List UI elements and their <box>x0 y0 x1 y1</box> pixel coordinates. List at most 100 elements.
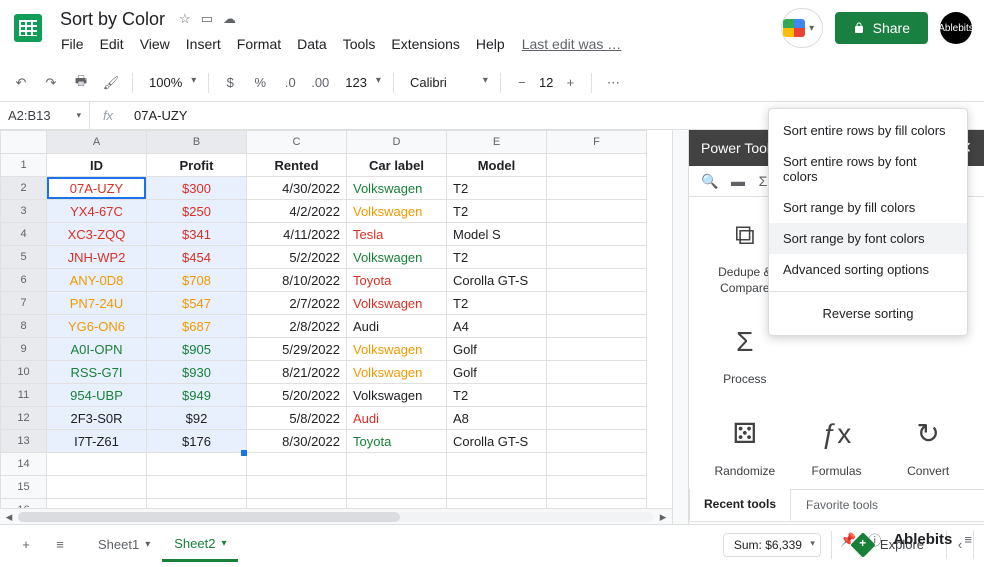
cell[interactable] <box>547 453 647 476</box>
format-currency-button[interactable]: $ <box>217 70 243 96</box>
vertical-scrollbar[interactable] <box>672 130 688 524</box>
toolbar-more-button[interactable]: ⋯ <box>600 70 626 96</box>
cell[interactable] <box>547 315 647 338</box>
cell[interactable] <box>547 476 647 499</box>
cell[interactable]: $176 <box>147 430 247 453</box>
column-header-E[interactable]: E <box>447 131 547 154</box>
cell[interactable]: 2F3-S0R <box>47 407 147 430</box>
cell[interactable] <box>547 269 647 292</box>
decrease-decimal-button[interactable]: .0 <box>277 70 303 96</box>
name-box[interactable]: A2:B13▾ <box>0 102 90 129</box>
column-header-F[interactable]: F <box>547 131 647 154</box>
cell[interactable]: $687 <box>147 315 247 338</box>
font-size-increase[interactable]: + <box>557 70 583 96</box>
cell[interactable]: $454 <box>147 246 247 269</box>
document-title[interactable]: Sort by Color <box>54 8 171 31</box>
cell[interactable]: 8/21/2022 <box>247 361 347 384</box>
sidebar-menu-icon[interactable]: ≡ <box>964 532 972 547</box>
cell[interactable]: PN7-24U <box>47 292 147 315</box>
cell[interactable]: T2 <box>447 292 547 315</box>
horizontal-scrollbar[interactable]: ◂ ▸ <box>0 508 672 524</box>
cell[interactable]: XC3-ZQQ <box>47 223 147 246</box>
row-header-1[interactable]: 1 <box>1 154 47 177</box>
cell[interactable] <box>147 453 247 476</box>
cell[interactable]: ANY-0D8 <box>47 269 147 292</box>
cell[interactable] <box>547 223 647 246</box>
cell[interactable] <box>547 338 647 361</box>
table-header-cell[interactable]: Model <box>447 154 547 177</box>
sheet-tab-sheet1[interactable]: Sheet1 ▾ <box>86 528 162 562</box>
spreadsheet-grid[interactable]: ABCDEF1IDProfitRentedCar labelModel207A-… <box>0 130 672 524</box>
scroll-left-button[interactable]: ◂ <box>0 509 18 525</box>
tool-convert[interactable]: ↻Convert <box>882 414 974 480</box>
tab-favorite-tools[interactable]: Favorite tools <box>791 490 893 521</box>
cell[interactable]: 5/29/2022 <box>247 338 347 361</box>
meet-button[interactable]: ▾ <box>781 8 823 48</box>
cell[interactable]: Tesla <box>347 223 447 246</box>
cell[interactable]: Toyota <box>347 430 447 453</box>
cell[interactable] <box>547 407 647 430</box>
cell[interactable]: Toyota <box>347 269 447 292</box>
sidebar-search-icon[interactable]: 🔍 <box>699 170 721 192</box>
row-header-9[interactable]: 9 <box>1 338 47 361</box>
scroll-right-button[interactable]: ▸ <box>654 509 672 525</box>
redo-button[interactable]: ↷ <box>38 70 64 96</box>
all-sheets-button[interactable]: ≡ <box>48 533 72 557</box>
cell[interactable] <box>347 476 447 499</box>
increase-decimal-button[interactable]: .00 <box>307 70 333 96</box>
sort-menu-item[interactable]: Advanced sorting options <box>769 254 967 285</box>
row-header-12[interactable]: 12 <box>1 407 47 430</box>
table-header-cell[interactable]: ID <box>47 154 147 177</box>
cell[interactable]: Model S <box>447 223 547 246</box>
menu-file[interactable]: File <box>54 32 91 56</box>
menu-extensions[interactable]: Extensions <box>384 32 466 56</box>
row-header-4[interactable]: 4 <box>1 223 47 246</box>
cell[interactable]: 2/7/2022 <box>247 292 347 315</box>
paint-format-button[interactable]: 🖌 <box>98 70 124 96</box>
cell[interactable]: Golf <box>447 361 547 384</box>
cell[interactable]: T2 <box>447 246 547 269</box>
zoom-select[interactable]: 100% <box>141 73 200 92</box>
print-button[interactable]: 🖶 <box>68 70 94 96</box>
cell[interactable] <box>147 476 247 499</box>
cell[interactable]: Corolla GT-S <box>447 269 547 292</box>
cell[interactable]: A0I-OPN <box>47 338 147 361</box>
cell[interactable] <box>547 361 647 384</box>
cell[interactable] <box>547 384 647 407</box>
cell[interactable]: 954-UBP <box>47 384 147 407</box>
cell[interactable] <box>347 453 447 476</box>
menu-help[interactable]: Help <box>469 32 512 56</box>
column-header-B[interactable]: B <box>147 131 247 154</box>
table-header-cell[interactable]: Profit <box>147 154 247 177</box>
chevron-down-icon[interactable]: ▾ <box>145 539 150 550</box>
cell[interactable] <box>547 200 647 223</box>
sort-menu-item[interactable]: Sort range by font colors <box>769 223 967 254</box>
cell[interactable]: $905 <box>147 338 247 361</box>
cell[interactable]: $300 <box>147 177 247 200</box>
tab-recent-tools[interactable]: Recent tools <box>689 489 791 521</box>
cell[interactable]: Volkswagen <box>347 200 447 223</box>
menu-format[interactable]: Format <box>230 32 288 56</box>
column-header-D[interactable]: D <box>347 131 447 154</box>
font-size-decrease[interactable]: − <box>509 70 535 96</box>
cell[interactable]: Volkswagen <box>347 246 447 269</box>
cell[interactable]: 5/8/2022 <box>247 407 347 430</box>
cell[interactable]: T2 <box>447 177 547 200</box>
cell[interactable]: Audi <box>347 407 447 430</box>
last-edit-link[interactable]: Last edit was … <box>522 32 622 56</box>
table-header-cell[interactable]: Car label <box>347 154 447 177</box>
row-header-11[interactable]: 11 <box>1 384 47 407</box>
sort-menu-item[interactable]: Sort entire rows by fill colors <box>769 115 967 146</box>
number-format-select[interactable]: 123 <box>337 73 385 92</box>
cell[interactable]: Golf <box>447 338 547 361</box>
cell[interactable]: Volkswagen <box>347 177 447 200</box>
cell[interactable]: 4/2/2022 <box>247 200 347 223</box>
cell[interactable]: $92 <box>147 407 247 430</box>
cell[interactable] <box>547 246 647 269</box>
sidebar-remove-icon[interactable]: ▬ <box>727 170 749 192</box>
account-avatar[interactable]: Ablebits <box>940 12 972 44</box>
cell[interactable]: YG6-ON6 <box>47 315 147 338</box>
cell[interactable] <box>47 453 147 476</box>
menu-view[interactable]: View <box>133 32 177 56</box>
font-family-select[interactable]: Calibri <box>402 73 492 92</box>
